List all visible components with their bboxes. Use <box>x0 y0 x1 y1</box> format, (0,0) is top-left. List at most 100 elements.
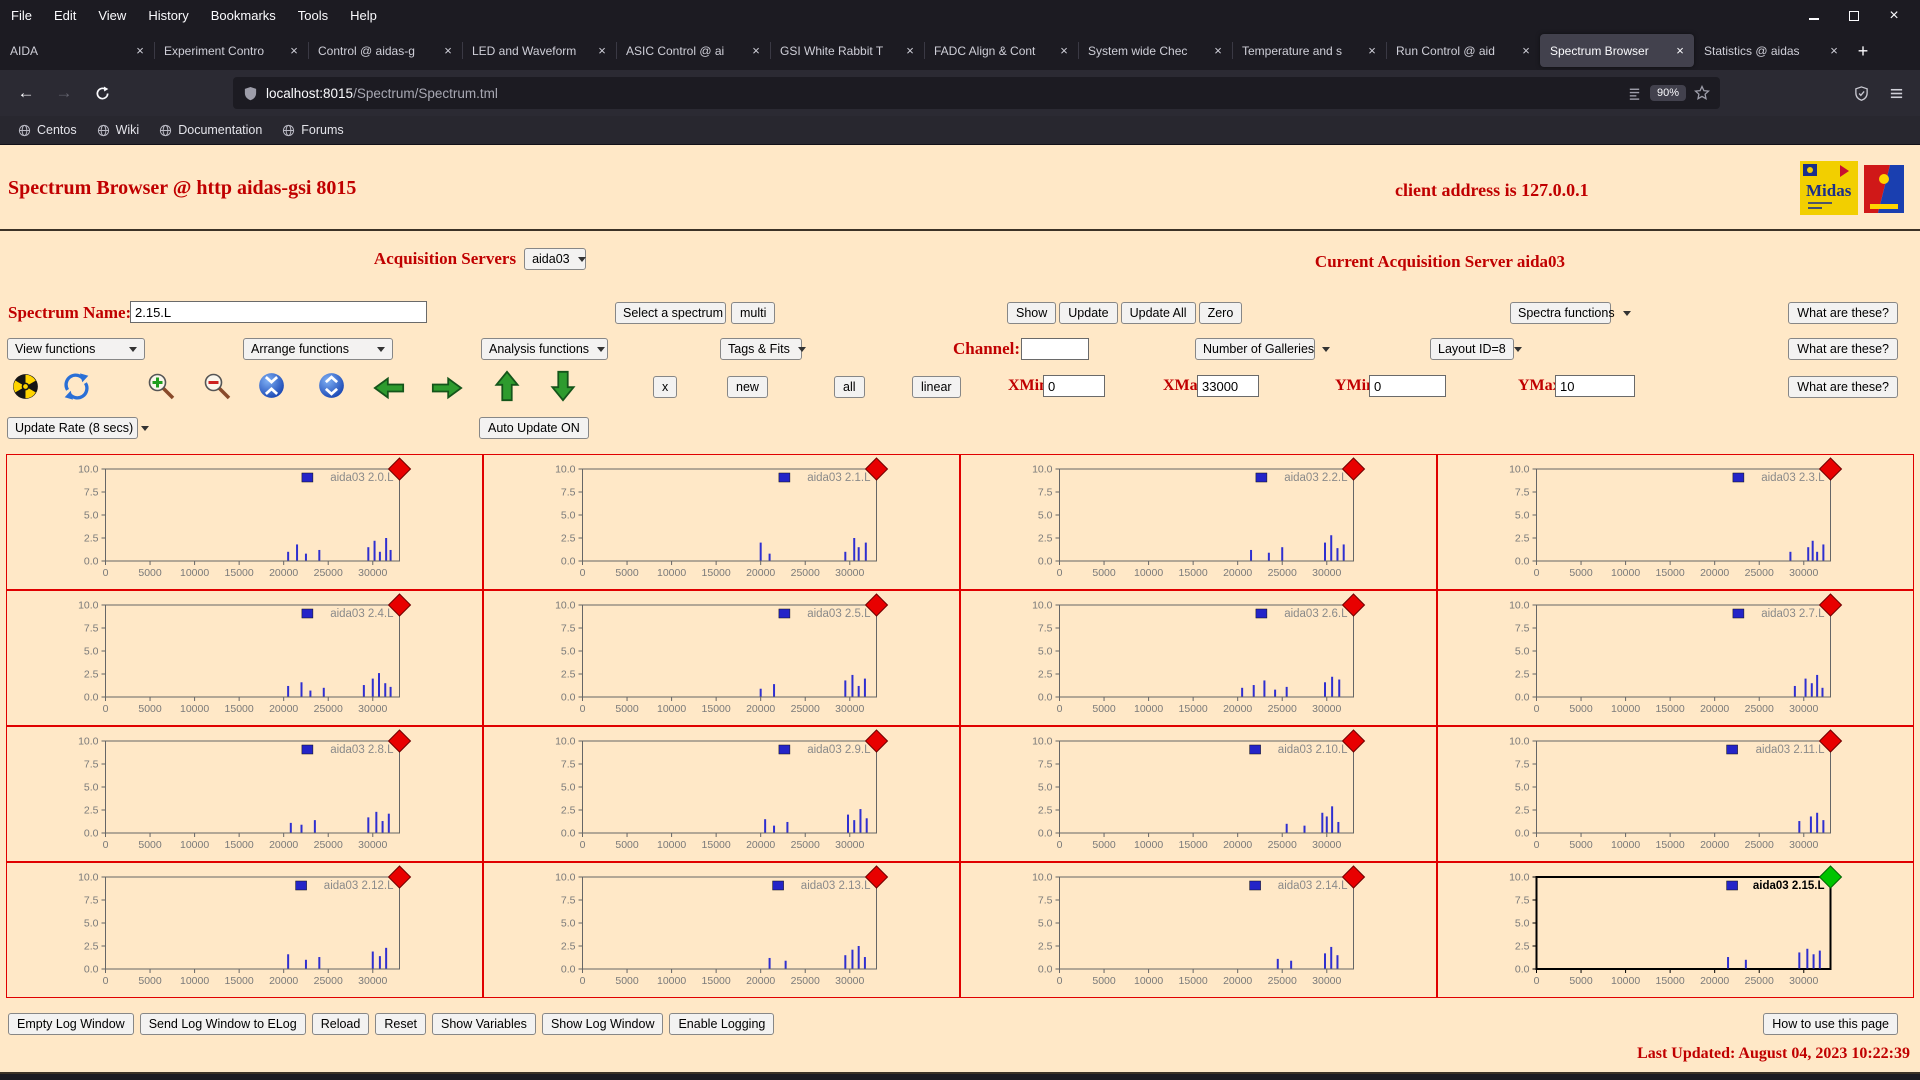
shift-left-button[interactable] <box>372 375 406 401</box>
menu-tools[interactable]: Tools <box>287 0 339 31</box>
spectrum-cell-aida03-2-1-l[interactable]: 0.0 2.5 5.0 7.5 10.0 0 5000 10000 15000 20000 2500… <box>483 454 960 590</box>
url-bar[interactable]: localhost:8015/Spectrum/Spectrum.tml 90% <box>233 77 1720 109</box>
xmin-input[interactable] <box>1043 375 1105 397</box>
tab-close-icon[interactable]: × <box>1056 43 1072 59</box>
minimize-icon[interactable] <box>1808 10 1820 22</box>
menu-help[interactable]: Help <box>339 0 388 31</box>
tab-led-and-waveform[interactable]: LED and Waveform × <box>462 34 616 67</box>
tab-close-icon[interactable]: × <box>132 43 148 59</box>
spectrum-cell-aida03-2-5-l[interactable]: 0.0 2.5 5.0 7.5 10.0 0 5000 10000 15000 20000 2500… <box>483 590 960 726</box>
how-to-use-button[interactable]: How to use this page <box>1763 1013 1898 1035</box>
zoom-out-button[interactable] <box>202 371 232 401</box>
what-are-these-button-3[interactable]: What are these? <box>1788 376 1898 398</box>
shift-up-button[interactable] <box>494 369 520 403</box>
spectrum-cell-aida03-2-11-l[interactable]: 0.0 2.5 5.0 7.5 10.0 0 5000 10000 15000 20000 2500… <box>1437 726 1914 862</box>
tab-close-icon[interactable]: × <box>440 43 456 59</box>
select-a-spectrum-select[interactable]: Select a spectrum <box>615 302 740 324</box>
menu-file[interactable]: File <box>0 0 43 31</box>
tab-statistics-aidas[interactable]: Statistics @ aidas × <box>1694 34 1848 67</box>
tab-aida[interactable]: AIDA × <box>0 34 154 67</box>
bookmark-documentation[interactable]: Documentation <box>151 120 270 140</box>
enable-logging-button[interactable]: Enable Logging <box>669 1013 775 1035</box>
tab-control-aidas-g[interactable]: Control @ aidas-g × <box>308 34 462 67</box>
tab-asic-control-ai[interactable]: ASIC Control @ ai × <box>616 34 770 67</box>
reset-button[interactable]: Reset <box>375 1013 426 1035</box>
tags-fits-select[interactable]: Tags & Fits <box>720 338 806 360</box>
zero-button[interactable]: Zero <box>1198 302 1243 324</box>
ymax-input[interactable] <box>1555 375 1635 397</box>
multi-button[interactable]: multi <box>731 302 776 324</box>
tab-gsi-white-rabbit-t[interactable]: GSI White Rabbit T × <box>770 34 924 67</box>
tab-close-icon[interactable]: × <box>1364 43 1380 59</box>
menu-history[interactable]: History <box>137 0 199 31</box>
linear-button[interactable]: linear <box>912 376 961 398</box>
expand-vertical-button[interactable] <box>318 372 345 399</box>
bookmark-star-icon[interactable] <box>1694 85 1710 101</box>
tab-close-icon[interactable]: × <box>1210 43 1226 59</box>
update-all-button[interactable]: Update All <box>1120 302 1196 324</box>
new-button[interactable]: new <box>727 376 768 398</box>
spectrum-cell-aida03-2-9-l[interactable]: 0.0 2.5 5.0 7.5 10.0 0 5000 10000 15000 20000 2500… <box>483 726 960 862</box>
shield-check-button[interactable] <box>1845 77 1877 109</box>
tab-close-icon[interactable]: × <box>1518 43 1534 59</box>
refresh-button[interactable] <box>62 372 91 401</box>
bookmark-wiki[interactable]: Wiki <box>89 120 148 140</box>
forward-button[interactable]: → <box>48 77 80 109</box>
spectra-functions-select[interactable]: Spectra functions <box>1510 302 1631 324</box>
tab-close-icon[interactable]: × <box>594 43 610 59</box>
acquisition-server-select[interactable]: aida03 <box>524 248 587 270</box>
spectrum-cell-aida03-2-8-l[interactable]: 0.0 2.5 5.0 7.5 10.0 0 5000 10000 15000 20000 2500… <box>6 726 483 862</box>
tab-experiment-contro[interactable]: Experiment Contro × <box>154 34 308 67</box>
reload-button[interactable] <box>86 77 118 109</box>
tab-temperature-and-s[interactable]: Temperature and s × <box>1232 34 1386 67</box>
spectrum-cell-aida03-2-7-l[interactable]: 0.0 2.5 5.0 7.5 10.0 0 5000 10000 15000 20000 2500… <box>1437 590 1914 726</box>
tab-close-icon[interactable]: × <box>1672 43 1688 59</box>
channel-input[interactable] <box>1021 338 1089 360</box>
auto-update-button[interactable]: Auto Update ON <box>479 417 589 439</box>
bookmark-centos[interactable]: Centos <box>10 120 85 140</box>
spectrum-cell-aida03-2-3-l[interactable]: 0.0 2.5 5.0 7.5 10.0 0 5000 10000 15000 20000 2500… <box>1437 454 1914 590</box>
shift-right-button[interactable] <box>430 375 464 401</box>
show-button[interactable]: Show <box>1007 302 1057 324</box>
close-icon[interactable]: × <box>1888 7 1900 23</box>
empty-log-window-button[interactable]: Empty Log Window <box>8 1013 134 1035</box>
tab-close-icon[interactable]: × <box>1826 43 1842 59</box>
reload-button[interactable]: Reload <box>311 1013 370 1035</box>
spectrum-cell-aida03-2-10-l[interactable]: 0.0 2.5 5.0 7.5 10.0 0 5000 10000 15000 20000 2500… <box>960 726 1437 862</box>
spectrum-cell-aida03-2-2-l[interactable]: 0.0 2.5 5.0 7.5 10.0 0 5000 10000 15000 20000 2500… <box>960 454 1437 590</box>
spectrum-cell-aida03-2-0-l[interactable]: 0.0 2.5 5.0 7.5 10.0 0 5000 10000 15000 20000 2500… <box>6 454 483 590</box>
view-functions-select[interactable]: View functions <box>7 338 145 360</box>
tab-system-wide-chec[interactable]: System wide Chec × <box>1078 34 1232 67</box>
update-button[interactable]: Update <box>1059 302 1118 324</box>
menu-edit[interactable]: Edit <box>43 0 87 31</box>
what-are-these-button-2[interactable]: What are these? <box>1788 338 1898 360</box>
show-variables-button[interactable]: Show Variables <box>432 1013 536 1035</box>
send-log-window-to-elog-button[interactable]: Send Log Window to ELog <box>139 1013 306 1035</box>
layout-id-select[interactable]: Layout ID=8 <box>1430 338 1522 360</box>
show-log-window-button[interactable]: Show Log Window <box>541 1013 664 1035</box>
spectrum-cell-aida03-2-12-l[interactable]: 0.0 2.5 5.0 7.5 10.0 0 5000 10000 15000 20000 2500… <box>6 862 483 998</box>
tab-close-icon[interactable]: × <box>286 43 302 59</box>
spectrum-cell-aida03-2-14-l[interactable]: 0.0 2.5 5.0 7.5 10.0 0 5000 10000 15000 20000 2500… <box>960 862 1437 998</box>
zoom-level-badge[interactable]: 90% <box>1649 85 1686 101</box>
tab-fadc-align-cont[interactable]: FADC Align & Cont × <box>924 34 1078 67</box>
ymin-input[interactable] <box>1369 375 1446 397</box>
maximize-icon[interactable] <box>1848 10 1860 22</box>
tab-close-icon[interactable]: × <box>902 43 918 59</box>
tab-close-icon[interactable]: × <box>748 43 764 59</box>
spectrum-cell-aida03-2-15-l[interactable]: 0.0 2.5 5.0 7.5 10.0 0 5000 10000 15000 20000 2500… <box>1437 862 1914 998</box>
back-button[interactable]: ← <box>10 77 42 109</box>
x-button[interactable]: x <box>653 376 678 398</box>
menu-view[interactable]: View <box>87 0 137 31</box>
number-of-galleries-select[interactable]: Number of Galleries <box>1195 338 1331 360</box>
spectrum-cell-aida03-2-4-l[interactable]: 0.0 2.5 5.0 7.5 10.0 0 5000 10000 15000 20000 2500… <box>6 590 483 726</box>
menu-bookmarks[interactable]: Bookmarks <box>200 0 287 31</box>
tab-spectrum-browser[interactable]: Spectrum Browser × <box>1540 34 1694 67</box>
hamburger-menu-button[interactable] <box>1880 77 1912 109</box>
all-button[interactable]: all <box>834 376 865 398</box>
xmax-input[interactable] <box>1197 375 1259 397</box>
spectrum-cell-aida03-2-13-l[interactable]: 0.0 2.5 5.0 7.5 10.0 0 5000 10000 15000 20000 2500… <box>483 862 960 998</box>
update-rate-select[interactable]: Update Rate (8 secs) <box>7 417 150 439</box>
radiation-button[interactable] <box>12 373 39 400</box>
compress-vertical-button[interactable] <box>258 372 285 399</box>
